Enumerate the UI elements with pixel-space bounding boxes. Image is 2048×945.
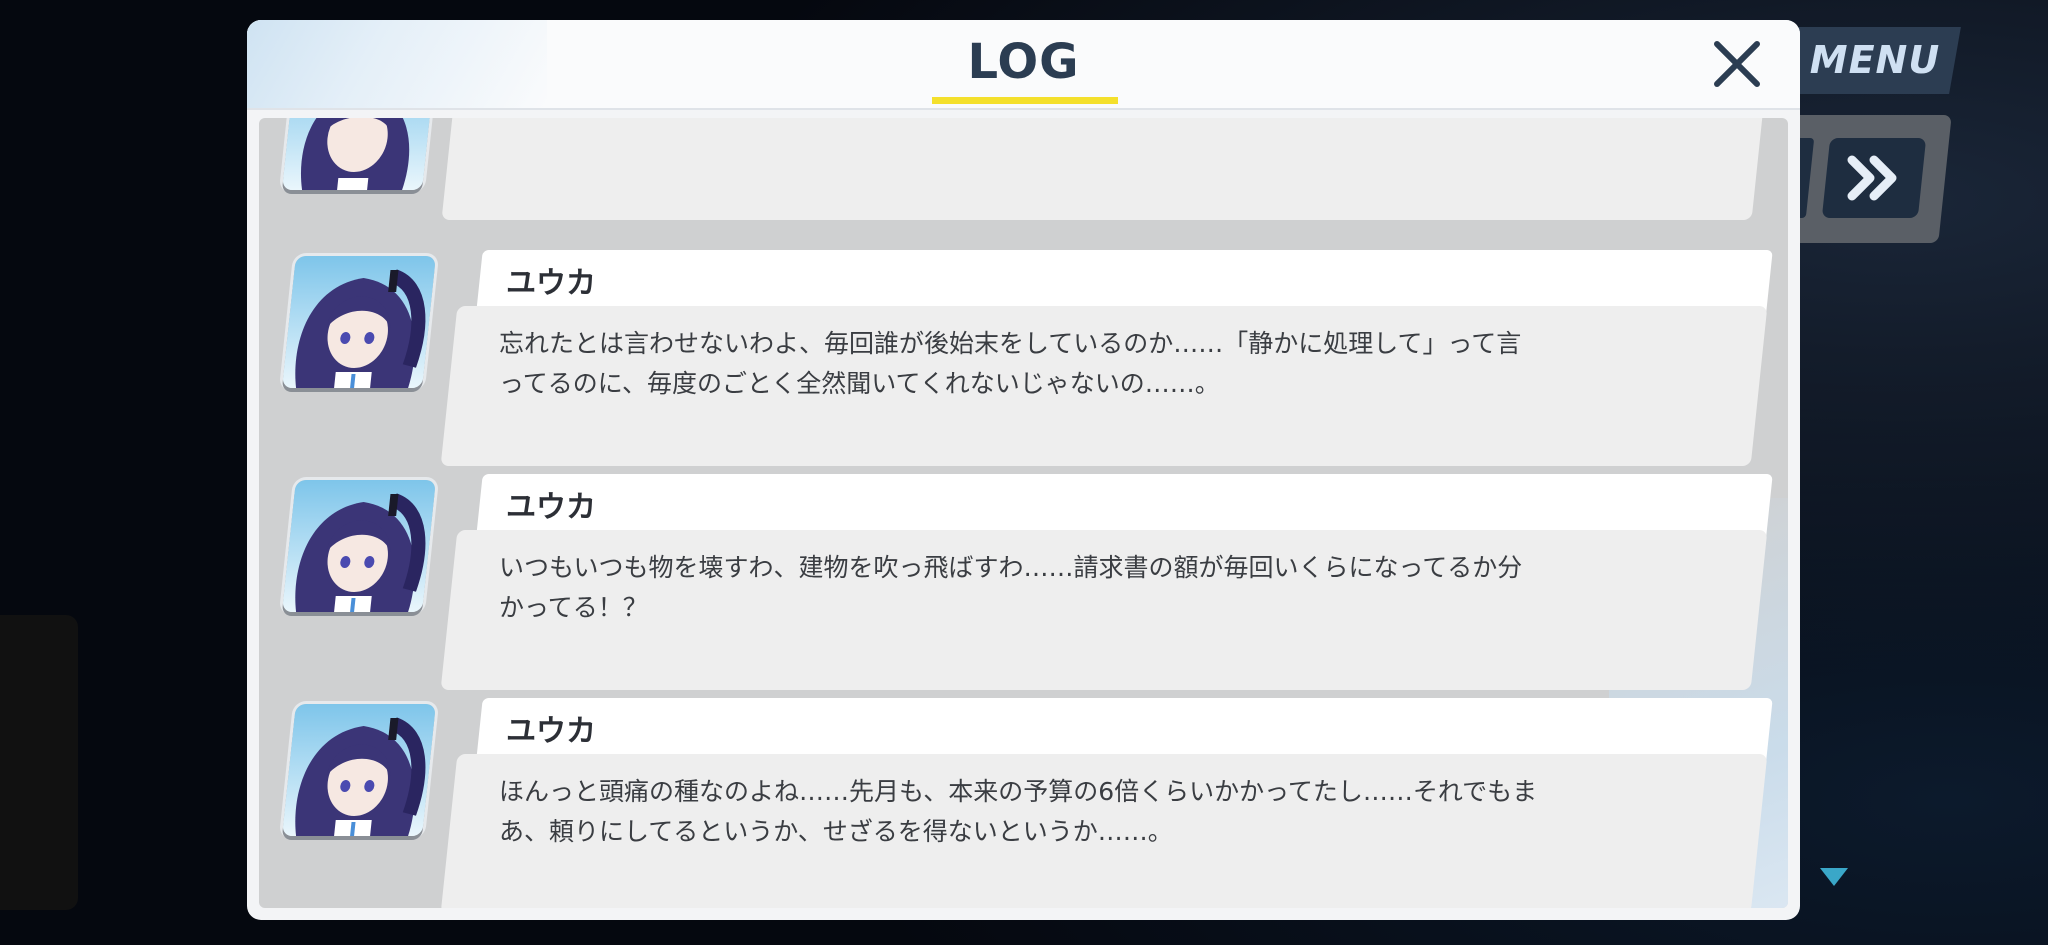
close-icon[interactable] (1707, 34, 1767, 94)
speaker-portrait (282, 118, 436, 190)
menu-button-label[interactable]: MENU (1805, 27, 1945, 94)
dialog-header: LOG (247, 20, 1800, 110)
log-entry: ユウカ ほんっと頭痛の種なのよね……先月も、本来の予算の6倍くらいかかってたし…… (259, 698, 1788, 908)
log-entry: ユウカ いつもいつも物を壊すわ、建物を吹っ飛ばすわ……請求書の額が毎回いくらにな… (259, 474, 1788, 695)
title-underline (932, 97, 1118, 104)
log-entry: ユウカ 忘れたとは言わせないわよ、毎回誰が後始末をしているのか……「静かに処理し… (259, 250, 1788, 471)
message-text: ほんっと頭痛の種なのよね……先月も、本来の予算の6倍くらいかかってたし……それで… (499, 777, 1538, 846)
dialog-title: LOG (967, 34, 1080, 90)
side-panel (0, 615, 78, 910)
speaker-name: ユウカ (506, 266, 596, 301)
log-list[interactable]: ユウカ 忘れたとは言わせないわよ、毎回誰が後始末をしているのか……「静かに処理し… (259, 118, 1788, 908)
double-chevron-right-icon (1847, 155, 1897, 201)
speaker-portrait (282, 704, 436, 836)
speaker-portrait (282, 480, 436, 612)
triangle-down-icon[interactable] (1818, 866, 1850, 888)
speaker-name: ユウカ (506, 714, 596, 749)
message-box (441, 118, 1767, 220)
speaker-portrait (282, 256, 436, 388)
message-text: いつもいつも物を壊すわ、建物を吹っ飛ばすわ……請求書の額が毎回いくらになってるか… (499, 553, 1523, 622)
log-dialog: LOG ユウカ 忘れたとは言わせないわよ、毎回誰が後始末をしているのか……「静か… (247, 20, 1800, 920)
speaker-name: ユウカ (506, 490, 596, 525)
message-text: 忘れたとは言わせないわよ、毎回誰が後始末をしているのか……「静かに処理して」って… (499, 329, 1522, 398)
